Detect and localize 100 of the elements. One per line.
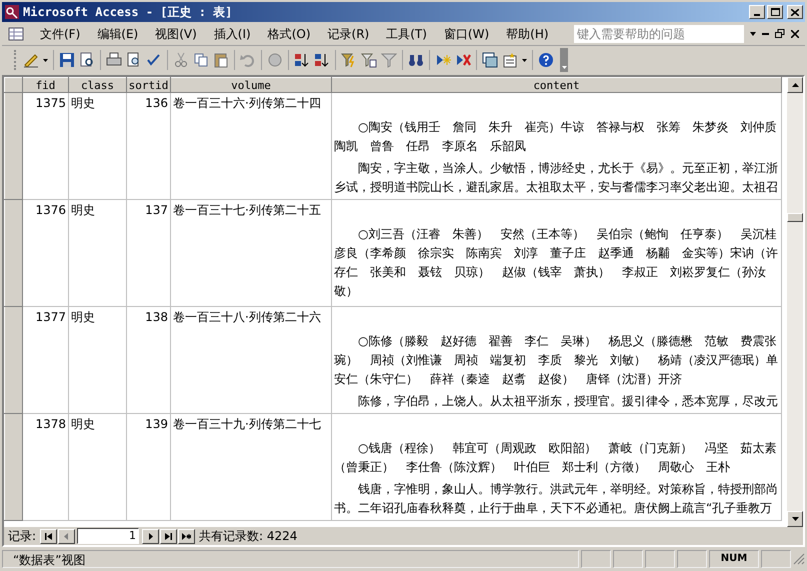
table-cell: 卷一百三十九·列传第二十七 — [170, 414, 332, 520]
new-record-button[interactable] — [178, 528, 196, 544]
dropdown-arrow-icon[interactable] — [750, 32, 756, 36]
column-header[interactable]: fid — [22, 78, 68, 92]
filter-selection-icon[interactable] — [341, 52, 357, 68]
content-paragraph: 钱唐，字惟明，象山人。博学敦行。洪武元年，举明经。对策称旨，特授刑部尚书。二年诏孔庙春秋释奠，止行于曲阜，天下不必通祀。唐伏阙上疏言“孔子垂教万 — [334, 481, 779, 517]
status-panel — [581, 550, 611, 568]
scroll-down-button[interactable] — [787, 511, 803, 527]
dropdown-arrow-icon[interactable] — [43, 58, 48, 62]
table-cell: 明史 — [68, 414, 126, 520]
record-label: 记录: — [8, 528, 36, 545]
content-paragraph: ○陈修（滕毅 赵好德 翟善 李仁 吴琳） 杨思义（滕德懋 范敏 费震张琬） 周祯（刘惟谦 周祯 端复初 李质 黎光 刘敏） 杨靖（凌汉严德珉）单安仁（朱守仁） 薛祥（秦逵 赵翥 赵俊） 唐铎（沈溍）开济 — [334, 333, 779, 388]
content-paragraph: ○陶安（钱用壬 詹同 朱升 崔亮）牛谅 答禄与权 张筹 朱梦炎 刘仲质陶凯 曾鲁 任昂 李原名 乐韶凤 — [334, 119, 778, 155]
status-panel — [645, 550, 675, 568]
new-record-icon — [182, 532, 192, 540]
sort-ascending-icon[interactable] — [294, 52, 310, 68]
content-paragraph: 陈修，字伯昂，上饶人。从太祖平浙东，授理官。援引律令，悉本宽厚，尽改元 — [357, 393, 779, 410]
record-selector[interactable] — [4, 306, 22, 414]
table-cell: 1377 — [22, 306, 68, 414]
menu-item[interactable]: 插入(I) — [206, 24, 259, 44]
table-cell: 1375 — [22, 92, 68, 200]
menu-item[interactable]: 编辑(E) — [89, 24, 146, 44]
table-cell: 明史 — [68, 200, 126, 306]
window-title: Microsoft Access - [正史 : 表] — [23, 4, 232, 21]
vertical-scrollbar[interactable] — [787, 77, 803, 545]
last-icon — [164, 532, 174, 540]
menu-item[interactable]: 视图(V) — [147, 24, 205, 44]
record-number-field[interactable]: 1 — [77, 528, 140, 544]
menu-item[interactable]: 帮助(H) — [498, 24, 557, 44]
table-cell: 卷一百三十六·列传第二十四 — [170, 92, 332, 200]
table-cell: 卷一百三十八·列传第二十六 — [170, 306, 332, 414]
status-panel — [677, 550, 707, 568]
next-record-button[interactable] — [142, 528, 160, 544]
copy-icon[interactable] — [193, 52, 209, 68]
resize-grip-icon[interactable] — [793, 553, 805, 565]
record-selector[interactable] — [4, 92, 22, 200]
save-icon[interactable] — [59, 52, 75, 68]
table-cell: 139 — [126, 414, 170, 520]
column-header[interactable]: volume — [170, 78, 332, 92]
menu-item[interactable]: 窗口(W) — [436, 24, 498, 44]
minimize-icon[interactable] — [762, 32, 769, 35]
record-count: 共有记录数: 4224 — [199, 528, 298, 545]
select-all-header[interactable] — [4, 78, 22, 92]
close-icon[interactable] — [791, 30, 799, 38]
sort-descending-icon[interactable] — [314, 52, 330, 68]
help-icon[interactable] — [538, 52, 554, 68]
first-record-button[interactable] — [40, 528, 58, 544]
first-icon — [44, 532, 54, 540]
menu-item[interactable]: 文件(F) — [32, 24, 88, 44]
record-selector[interactable] — [4, 414, 22, 520]
paste-icon[interactable] — [213, 52, 229, 68]
database-window-icon[interactable] — [482, 52, 498, 68]
up-arrow-icon — [792, 83, 798, 87]
design-view-icon[interactable] — [23, 52, 39, 68]
table-cell: 136 — [126, 92, 170, 200]
close-button[interactable] — [787, 5, 803, 19]
content-paragraph: 陶安，字主敬，当涂人。少敏悟，博涉经史，尤长于《易》。元至正初，举江浙乡试，授明道书院山长，避乱家居。太祖取太平，安与耆儒李习率父老出迎。太祖召 — [334, 160, 779, 196]
menu-item[interactable]: 格式(O) — [260, 24, 319, 44]
cut-icon[interactable] — [173, 52, 189, 68]
minimize-button[interactable] — [749, 5, 765, 19]
table-cell: 明史 — [68, 92, 126, 200]
table-cell: 明史 — [68, 306, 126, 414]
record-selector[interactable] — [4, 200, 22, 306]
table-cell: 138 — [126, 306, 170, 414]
down-arrow-icon — [792, 517, 798, 521]
datasheet-icon — [8, 26, 24, 40]
delete-record-icon[interactable] — [455, 52, 471, 68]
maximize-button[interactable] — [767, 5, 783, 19]
search-file-icon[interactable] — [79, 52, 95, 68]
filter-form-icon[interactable] — [361, 52, 377, 68]
table-cell: 卷一百三十七·列传第二十五 — [170, 200, 332, 306]
menu-item[interactable]: 工具(T) — [378, 24, 435, 44]
status-panel — [613, 550, 643, 568]
toolbar-options-icon[interactable] — [562, 66, 566, 69]
dropdown-arrow-icon[interactable] — [522, 58, 527, 62]
status-panel — [761, 550, 791, 568]
scroll-thumb[interactable] — [787, 213, 803, 222]
column-header[interactable]: sortid — [126, 78, 170, 92]
new-record-icon[interactable] — [435, 52, 451, 68]
help-search-field[interactable]: 键入需要帮助的问题 — [574, 24, 744, 42]
last-record-button[interactable] — [160, 528, 178, 544]
content-paragraph: ○刘三吾（汪睿 朱善） 安然（王本等） 吴伯宗（鲍恂 任亨泰） 吴沉桂彦良（李希颜 徐宗实 陈南宾 刘淳 董子庄 赵季通 杨黼 金实等）宋讷（许存仁 张美和 聂铉 贝琼） 赵俶（钱宰 萧执） 李叔正 刘崧罗复仁（孙汝敬） — [334, 226, 779, 300]
maximize-icon — [770, 8, 780, 16]
print-icon[interactable] — [106, 52, 122, 68]
status-text: “数据表”视图 — [2, 550, 579, 568]
content-paragraph: ○钱唐（程徐） 韩宜可（周观政 欧阳韶） 萧岐（门克新） 冯坚 茹太素（曾秉正） 李仕鲁（陈汶辉） 叶伯巨 郑士利（方徵） 周敬心 王朴 — [334, 440, 778, 476]
minimize-icon — [754, 14, 760, 16]
new-object-icon[interactable] — [502, 52, 518, 68]
binoculars-icon[interactable] — [408, 52, 424, 68]
restore-icon[interactable] — [775, 29, 785, 38]
spelling-check-icon[interactable] — [146, 52, 162, 68]
table-cell: 1376 — [22, 200, 68, 306]
previous-record-button[interactable] — [58, 528, 76, 544]
table-cell: 1378 — [22, 414, 68, 520]
column-header[interactable]: content — [332, 78, 782, 92]
scroll-up-button[interactable] — [787, 77, 803, 93]
next-icon — [146, 532, 156, 540]
menu-item[interactable]: 记录(R) — [320, 24, 378, 44]
close-icon — [791, 8, 799, 16]
column-header[interactable]: class — [68, 78, 126, 92]
